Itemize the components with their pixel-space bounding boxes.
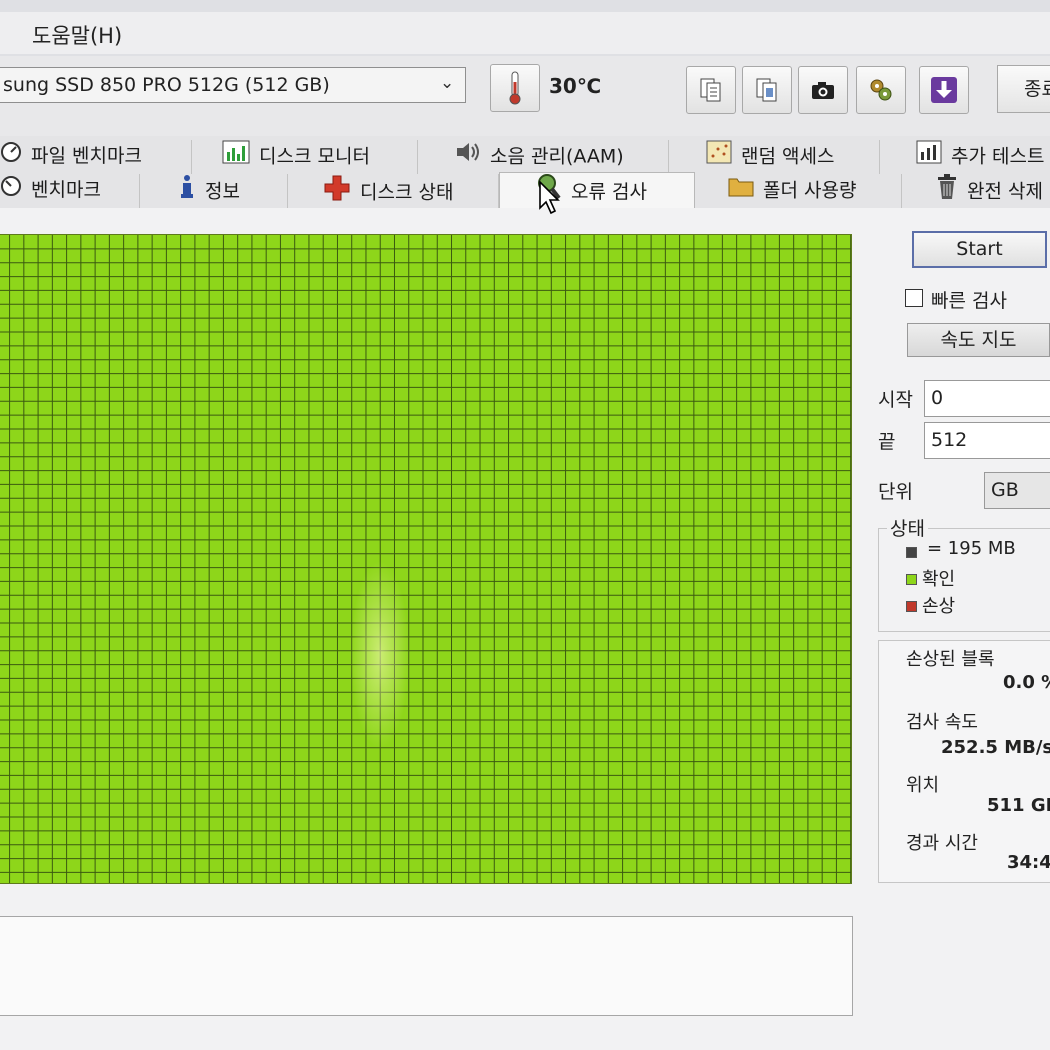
tab-error-scan[interactable]: 오류 검사 <box>499 172 695 210</box>
tab-file-benchmark[interactable]: 파일 벤치마크 <box>0 140 192 174</box>
exit-button[interactable]: 종료 <box>997 65 1050 113</box>
tab-label: 정보 <box>205 180 240 203</box>
screenshot-camera-icon[interactable] <box>798 66 848 114</box>
folder-icon <box>728 174 754 208</box>
tab-label: 파일 벤치마크 <box>31 145 142 167</box>
options-icon[interactable] <box>856 66 906 114</box>
start-position-input[interactable]: 0 <box>924 380 1050 417</box>
damaged-blocks-label: 손상된 블록 <box>906 649 995 670</box>
random-access-icon <box>706 140 732 174</box>
scan-block-grid <box>0 234 852 884</box>
trash-icon <box>936 174 958 210</box>
status-legend-title: 상태 <box>887 514 928 541</box>
start-position-label: 시작 <box>878 389 913 411</box>
copy-text-icon[interactable] <box>686 66 736 114</box>
legend-ok-swatch <box>906 574 917 585</box>
legend-damaged-swatch <box>906 601 917 612</box>
benchmark-icon <box>0 175 22 207</box>
file-benchmark-icon <box>0 141 22 173</box>
menu-bar <box>0 12 1050 54</box>
scan-speed-label: 검사 속도 <box>906 712 978 733</box>
quick-scan-label: 빠른 검사 <box>931 290 1007 312</box>
speed-map-button[interactable]: 속도 지도 <box>907 323 1050 357</box>
damaged-blocks-value: 0.0 % <box>1003 672 1050 693</box>
tab-label: 벤치마크 <box>31 179 101 201</box>
tab-label: 랜덤 액세스 <box>741 145 835 168</box>
scan-speed-value: 252.5 MB/s <box>941 737 1050 758</box>
scan-log-box <box>0 916 853 1016</box>
tab-label: 오류 검사 <box>571 181 647 203</box>
unit-label: 단위 <box>878 481 913 503</box>
copy-image-icon[interactable] <box>742 66 792 114</box>
quick-scan-checkbox[interactable] <box>905 289 923 307</box>
chevron-down-icon[interactable]: ⌄ <box>440 73 454 93</box>
tab-folder-usage[interactable]: 폴더 사용량 <box>728 174 902 208</box>
drive-select[interactable]: sung SSD 850 PRO 512G (512 GB) <box>0 67 466 103</box>
download-icon[interactable] <box>919 66 969 114</box>
tab-label: 완전 삭제 <box>967 180 1043 203</box>
speaker-icon <box>455 140 481 174</box>
tab-label: 디스크 모니터 <box>259 145 370 168</box>
end-position-input[interactable]: 512 <box>924 422 1050 459</box>
thermometer-glyph <box>509 71 521 105</box>
tab-extra-tests[interactable]: 추가 테스트 <box>916 140 1050 174</box>
legend-block-size: = 195 MB <box>927 538 1016 559</box>
mouse-cursor-icon <box>539 180 560 215</box>
legend-block-size-swatch <box>906 547 917 558</box>
tab-label: 디스크 상태 <box>360 181 454 204</box>
legend-damaged: 손상 <box>922 596 956 617</box>
tab-disk-monitor[interactable]: 디스크 모니터 <box>222 140 418 174</box>
position-value: 511 GB <box>987 795 1050 816</box>
disk-monitor-icon <box>222 140 250 174</box>
thermometer-icon <box>490 64 540 112</box>
start-button[interactable]: Start <box>912 231 1047 268</box>
position-label: 위치 <box>906 775 940 796</box>
elapsed-time-value: 34:4 <box>1007 852 1050 873</box>
tab-secure-erase[interactable]: 완전 삭제 <box>936 174 1050 208</box>
tab-info[interactable]: 정보 <box>178 174 288 208</box>
health-cross-icon <box>323 174 351 212</box>
info-icon <box>178 174 196 210</box>
legend-ok: 확인 <box>922 569 956 590</box>
menu-help[interactable]: 도움말(H) <box>32 20 122 50</box>
tab-disk-health[interactable]: 디스크 상태 <box>323 174 499 208</box>
tab-noise-management[interactable]: 소음 관리(AAM) <box>455 140 669 174</box>
temperature-value: 30℃ <box>549 74 602 98</box>
tab-benchmark[interactable]: 벤치마크 <box>0 174 140 208</box>
end-position-label: 끝 <box>878 431 896 453</box>
unit-select[interactable]: GB <box>984 472 1050 509</box>
tab-label: 소음 관리(AAM) <box>490 145 624 168</box>
tab-random-access[interactable]: 랜덤 액세스 <box>706 140 880 174</box>
tab-label: 추가 테스트 <box>951 145 1045 168</box>
extra-tests-icon <box>916 140 942 174</box>
elapsed-time-label: 경과 시간 <box>906 833 978 854</box>
tab-label: 폴더 사용량 <box>763 179 857 202</box>
